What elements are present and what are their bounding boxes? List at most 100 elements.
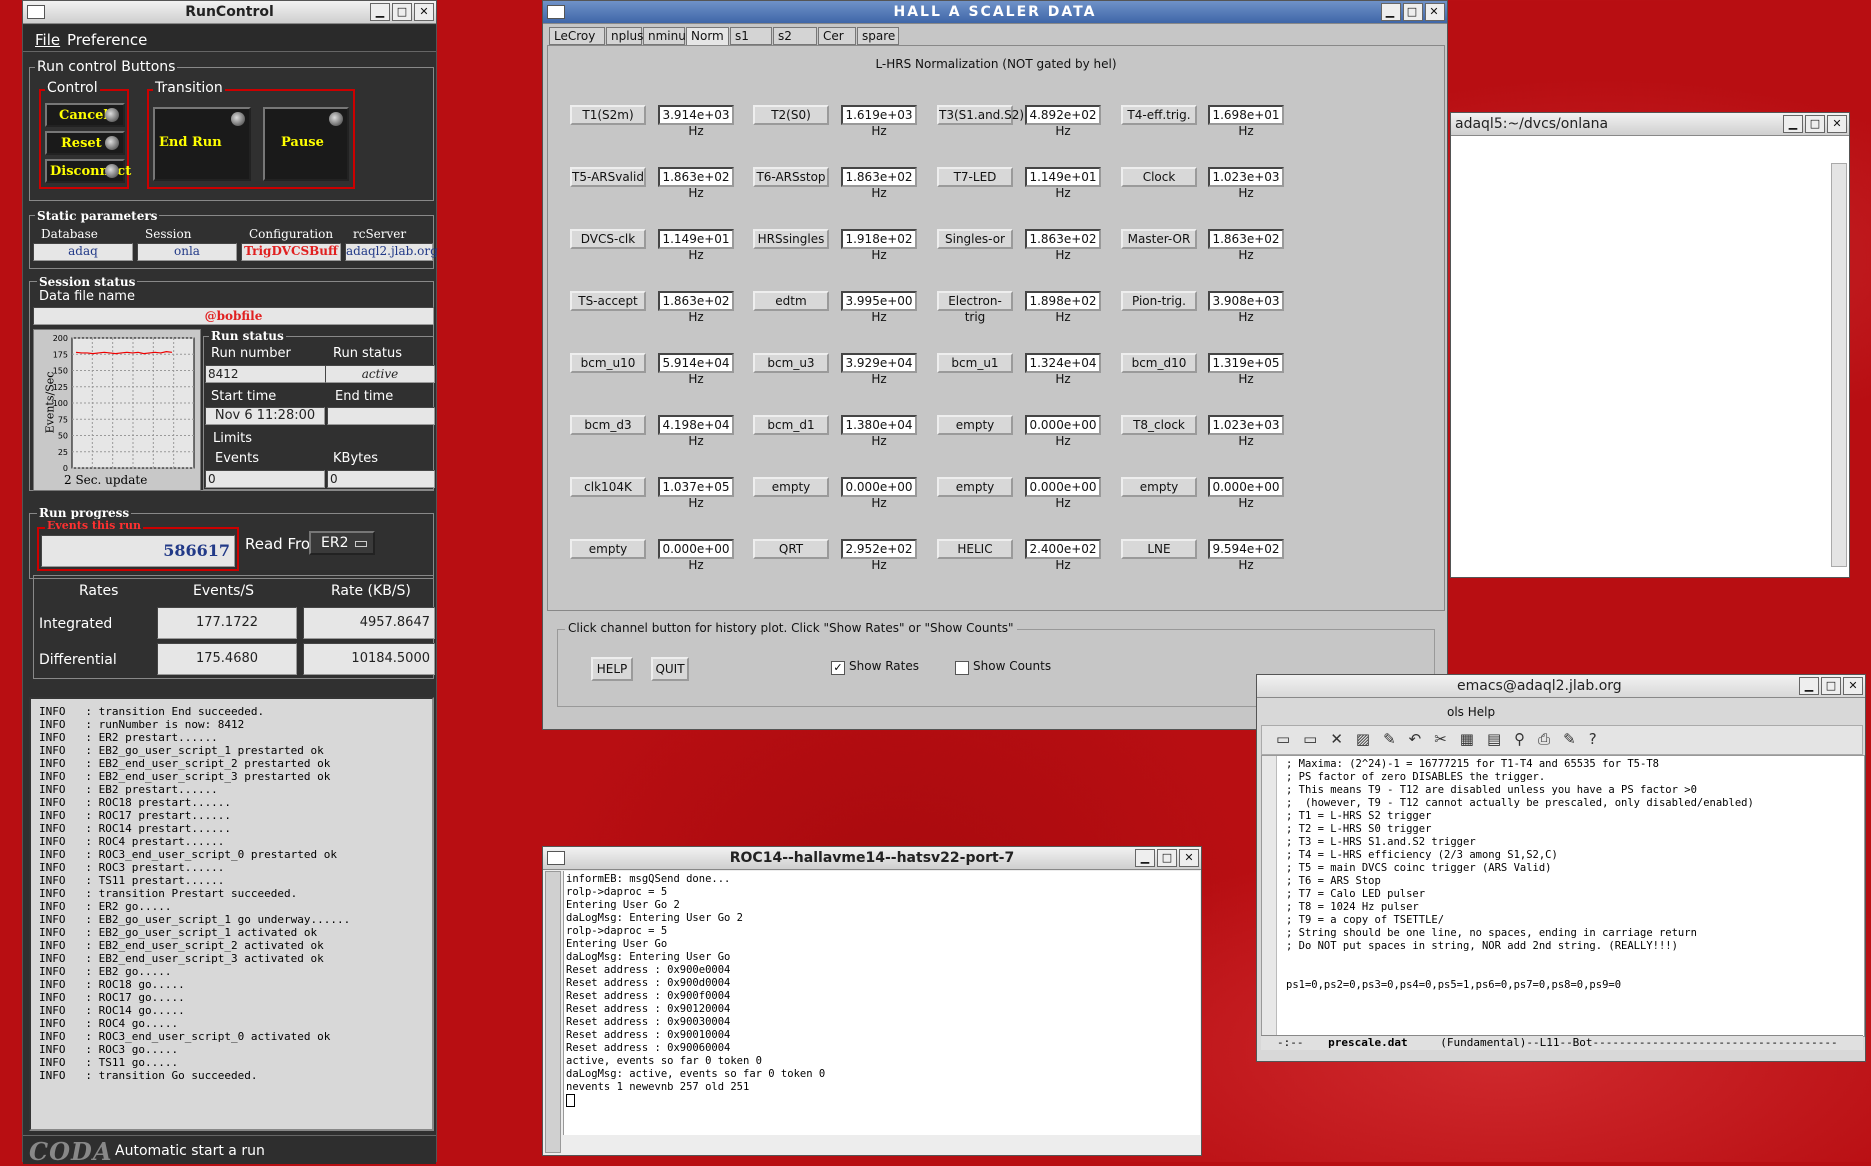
end-run-button[interactable]: End Run (153, 107, 251, 181)
show-rates-checkbox[interactable]: ✓ (831, 661, 845, 675)
message-log[interactable]: INFO : transition End succeeded. INFO : r… (29, 697, 434, 1131)
log-line: INFO : EB2_end_user_script_3 activated o… (39, 952, 324, 965)
channel-rate-value: 5.914e+04 Hz (658, 353, 734, 386)
emacs-menu[interactable]: ols Help (1447, 705, 1495, 719)
channel-button-clk104k[interactable]: clk104K (570, 477, 646, 497)
reset-button[interactable]: Reset (45, 131, 125, 155)
run-number-label: Run number (211, 346, 291, 361)
rates-header: Rates (79, 583, 119, 599)
emacs-line: ; T9 = a copy of TSETTLE/ (1286, 914, 1445, 926)
menu-file[interactable]: File (35, 31, 60, 49)
window-menu-icon[interactable] (547, 851, 565, 865)
channel-button-helic[interactable]: HELIC (937, 539, 1013, 559)
minimize-icon[interactable]: ▁ (1381, 3, 1401, 21)
close-icon[interactable]: ✕ (1843, 677, 1863, 695)
modeline-file: prescale.dat (1328, 1036, 1408, 1049)
channel-button-electron-trig[interactable]: Electron-trig (937, 291, 1013, 324)
maximize-icon[interactable]: □ (1821, 677, 1841, 695)
window-title: RunControl (185, 4, 274, 20)
tab-cer[interactable]: Cer (818, 27, 856, 45)
maximize-icon[interactable]: □ (1805, 115, 1825, 133)
show-counts-checkbox[interactable] (955, 661, 969, 675)
roc-scrollbar[interactable] (545, 871, 561, 1153)
channel-button-singles-or[interactable]: Singles-or (937, 229, 1013, 249)
tab-nminus[interactable]: nminus (643, 27, 692, 45)
events-this-run-value: 586617 (41, 535, 235, 567)
channel-button-t4-eff.trig.[interactable]: T4-eff.trig. (1121, 105, 1197, 125)
events-limit-label: Events (215, 451, 260, 466)
cancel-button[interactable]: Cancel (45, 103, 125, 127)
tab-s2[interactable]: s2 (773, 27, 817, 45)
scaler-titlebar[interactable]: HALL A SCALER DATA ▁ □ ✕ (543, 1, 1447, 24)
maximize-icon[interactable]: □ (1157, 849, 1177, 867)
roc-titlebar[interactable]: ROC14--hallavme14--hatsv22-port-7 ▁ □ ✕ (543, 847, 1201, 870)
channel-button-t2(s0)[interactable]: T2(S0) (753, 105, 829, 125)
channel-button-empty[interactable]: empty (570, 539, 646, 559)
window-menu-icon[interactable] (27, 5, 45, 19)
pause-button[interactable]: Pause (263, 107, 349, 181)
param-value-2: TrigDVCSBuff (241, 243, 341, 261)
maximize-icon[interactable]: □ (1403, 3, 1423, 21)
window-menu-icon[interactable] (547, 5, 565, 19)
tab-norm[interactable]: Norm (686, 27, 729, 45)
close-icon[interactable]: ✕ (1179, 849, 1199, 867)
close-icon[interactable]: ✕ (1425, 3, 1445, 21)
channel-button-bcm_d10[interactable]: bcm_d10 (1121, 353, 1197, 373)
channel-button-hrssingles[interactable]: HRSsingles (753, 229, 829, 249)
onlana-window: adaql5:~/dvcs/onlana ▁ □ ✕ (1450, 112, 1850, 578)
channel-button-master-or[interactable]: Master-OR (1121, 229, 1197, 249)
onlana-scrollbar[interactable] (1831, 163, 1847, 567)
channel-button-t5-arsvalid[interactable]: T5-ARSvalid (570, 167, 646, 187)
minimize-icon[interactable]: ▁ (1783, 115, 1803, 133)
menu-preference[interactable]: Preference (67, 31, 147, 49)
channel-button-clock[interactable]: Clock (1121, 167, 1197, 187)
channel-button-empty[interactable]: empty (937, 415, 1013, 435)
emacs-titlebar[interactable]: emacs@adaql2.jlab.org ▁ □ ✕ (1257, 675, 1865, 698)
modeline-prefix: -:-- (1277, 1036, 1304, 1049)
kbytes-limit-input[interactable]: 0 (327, 470, 435, 488)
channel-button-t3(s1.and.s2)[interactable]: T3(S1.and.S2) (937, 105, 1024, 125)
tab-lecroy[interactable]: LeCroy (549, 27, 605, 45)
maximize-icon[interactable]: □ (392, 3, 412, 21)
emacs-buffer[interactable]: ; Maxima: (2^24)-1 = 16777215 for T1-T4 … (1261, 755, 1865, 1037)
channel-button-bcm_d3[interactable]: bcm_d3 (570, 415, 646, 435)
channel-button-bcm_u3[interactable]: bcm_u3 (753, 353, 829, 373)
runcontrol-titlebar[interactable]: RunControl ▁ □ ✕ (23, 1, 436, 24)
roc-line: Reset address : 0x90120004 (566, 1003, 731, 1015)
quit-button[interactable]: QUIT (651, 657, 689, 681)
disconnect-button[interactable]: Disconnect (45, 159, 131, 183)
close-icon[interactable]: ✕ (1827, 115, 1847, 133)
minimize-icon[interactable]: ▁ (1135, 849, 1155, 867)
roc-terminal[interactable]: informEB: msgQSend done... rolp->daproc =… (563, 871, 1200, 1135)
channel-button-empty[interactable]: empty (937, 477, 1013, 497)
tab-spare[interactable]: spare (857, 27, 899, 45)
channel-rate-value: 3.908e+03 Hz (1208, 291, 1284, 324)
channel-button-bcm_u10[interactable]: bcm_u10 (570, 353, 646, 373)
log-line: INFO : transition Prestart succeeded. (39, 887, 298, 900)
channel-button-qrt[interactable]: QRT (753, 539, 829, 559)
channel-button-ts-accept[interactable]: TS-accept (570, 291, 646, 311)
channel-button-t6-arsstop[interactable]: T6-ARSstop (753, 167, 829, 187)
channel-button-pion-trig.[interactable]: Pion-trig. (1121, 291, 1197, 311)
minimize-icon[interactable]: ▁ (370, 3, 390, 21)
tab-nplus[interactable]: nplus (606, 27, 643, 45)
channel-button-edtm[interactable]: edtm (753, 291, 829, 311)
channel-button-t1(s2m)[interactable]: T1(S2m) (570, 105, 646, 125)
events-limit-input[interactable]: 0 (205, 470, 325, 488)
channel-button-lne[interactable]: LNE (1121, 539, 1197, 559)
channel-button-bcm_d1[interactable]: bcm_d1 (753, 415, 829, 435)
channel-button-bcm_u1[interactable]: bcm_u1 (937, 353, 1013, 373)
channel-button-t8_clock[interactable]: T8_clock (1121, 415, 1197, 435)
channel-button-empty[interactable]: empty (753, 477, 829, 497)
close-icon[interactable]: ✕ (414, 3, 434, 21)
toolbar-icons[interactable]: ▭▭✕▨✎↶✂▦▤⚲⎙✎? (1276, 730, 1610, 748)
channel-button-empty[interactable]: empty (1121, 477, 1197, 497)
channel-button-dvcs-clk[interactable]: DVCS-clk (570, 229, 646, 249)
tab-s1[interactable]: s1 (730, 27, 772, 45)
read-from-select[interactable]: ER2 (309, 531, 375, 555)
minimize-icon[interactable]: ▁ (1799, 677, 1819, 695)
channel-button-t7-led[interactable]: T7-LED (937, 167, 1013, 187)
help-button[interactable]: HELP (591, 657, 633, 681)
onlana-titlebar[interactable]: adaql5:~/dvcs/onlana ▁ □ ✕ (1451, 113, 1849, 136)
param-value-3: adaql2.jlab.org (345, 243, 438, 261)
